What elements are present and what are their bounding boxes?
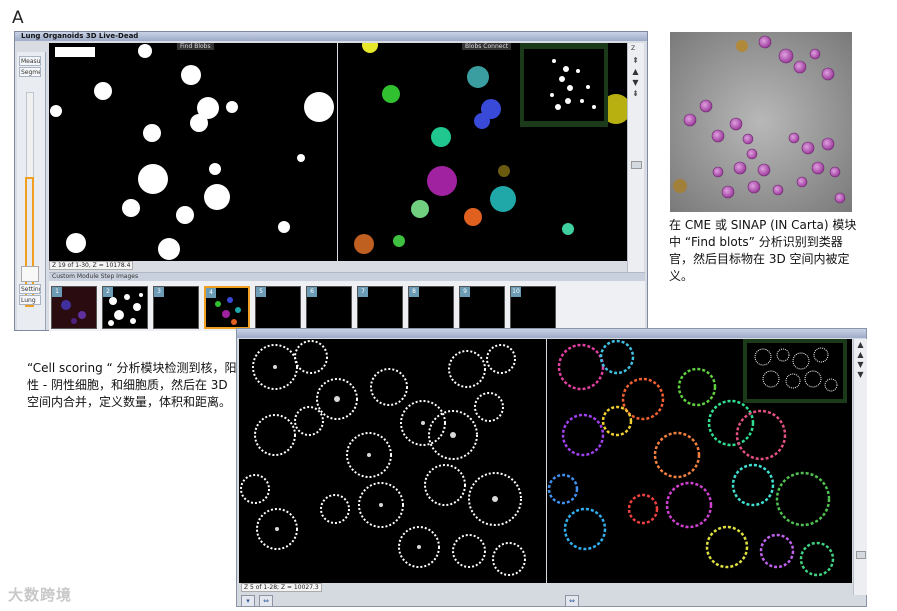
step-thumbnail[interactable]: 3: [153, 286, 199, 329]
nuclei-mask-image: [240, 340, 526, 576]
thumbnail-number: 8: [409, 287, 419, 297]
tab-measure[interactable]: Measu: [19, 56, 41, 66]
thumbnail-number: 2: [103, 287, 113, 297]
thumbnail-number: 10: [511, 287, 521, 297]
caption-find-blobs: 在 CME 或 SINAP (IN Carta) 模块中 “Find blots…: [669, 218, 857, 283]
thumbnail-number: 3: [154, 287, 164, 297]
z-first-button[interactable]: ▲: [856, 341, 865, 349]
sync-view-button[interactable]: ⇔: [259, 595, 273, 607]
organoid-micrograph: [670, 32, 852, 212]
thumbnail-number: 1: [52, 287, 62, 297]
cell-scoring-mask-view[interactable]: [239, 339, 546, 583]
view-label-right: Blobs Connect: [462, 43, 512, 50]
z-last-button[interactable]: ▼: [856, 371, 865, 379]
watermark: 大数跨境: [8, 586, 73, 604]
step-thumbnail[interactable]: 1: [51, 286, 97, 329]
view-label-left: Find Blobs: [177, 43, 214, 50]
step-thumbnail[interactable]: 10: [510, 286, 556, 329]
colored-blob-image: [354, 43, 628, 254]
step-thumbnail[interactable]: 7: [357, 286, 403, 329]
thumbnail-number: 9: [460, 287, 470, 297]
step-thumbnail[interactable]: 9: [459, 286, 505, 329]
z-scrollbar[interactable]: Z ⇞ ▲ ▼ ⇟: [627, 43, 644, 288]
sidebar-preview-box: [21, 266, 39, 282]
window-title: Lung Organoids 3D Live-Dead: [15, 32, 647, 41]
colored-cells-image: [547, 339, 847, 577]
z-slider-thumb[interactable]: [631, 161, 642, 169]
z-slider-thumb[interactable]: [856, 551, 866, 559]
step-thumbnail[interactable]: 6: [306, 286, 352, 329]
z-last-button[interactable]: ⇟: [631, 90, 640, 98]
z-status-readout: Z 19 of 1-30, Z = 10178.4: [49, 261, 134, 270]
window-titlebar: [237, 329, 866, 338]
panel-letter: A: [12, 8, 24, 28]
thumbnail-number: 6: [307, 287, 317, 297]
step-thumbnail[interactable]: 8: [408, 286, 454, 329]
cell-scoring-color-view[interactable]: [547, 339, 852, 583]
z-down-button[interactable]: ▼: [856, 361, 865, 369]
step-images-strip: Custom Module Step Images 1 2 3 4 5 6 7 …: [49, 272, 645, 331]
z-status-readout: Z 5 of 1-28; Z = 10027.3: [241, 583, 322, 592]
step-thumbnail[interactable]: 5: [255, 286, 301, 329]
z-scrollbar[interactable]: ▲ ▲ ▼ ▼: [853, 339, 867, 595]
expand-down-button[interactable]: ▾: [241, 595, 255, 607]
blob-mask-image: [50, 44, 334, 260]
tab-segment[interactable]: Segmen: [19, 67, 41, 77]
tab-lung[interactable]: Lung: [19, 295, 41, 305]
thumbnail-number: 4: [206, 288, 216, 298]
z-label: Z: [631, 45, 636, 52]
bottom-app-window: Z 5 of 1-28; Z = 10027.3 ▾ ⇔ ⇔ ▲ ▲ ▼ ▼: [236, 328, 867, 607]
blobs-connect-view[interactable]: Blobs Connect: [338, 43, 628, 261]
thumbnail-number: 5: [256, 287, 266, 297]
step-thumbnail-selected[interactable]: 4: [204, 286, 250, 329]
caption-cell-scoring: “Cell scoring “ 分析模块检测到核，阳性 - 阴性细胞，和细胞质，…: [27, 361, 237, 409]
z-up-button[interactable]: ▲: [856, 351, 865, 359]
z-up-button[interactable]: ▲: [631, 68, 640, 76]
find-blobs-view[interactable]: Find Blobs: [49, 43, 337, 261]
step-thumbnail[interactable]: 2: [102, 286, 148, 329]
left-sidebar: Measu Segmen Setting Lung: [17, 52, 46, 330]
z-down-button[interactable]: ▼: [631, 79, 640, 87]
strip-header: Custom Module Step Images: [49, 273, 645, 281]
tab-settings[interactable]: Setting: [19, 284, 41, 294]
z-first-button[interactable]: ⇞: [631, 57, 640, 65]
sync-view-button-right[interactable]: ⇔: [565, 595, 579, 607]
top-app-window: Lung Organoids 3D Live-Dead Measu Segmen…: [14, 31, 648, 331]
thumbnail-number: 7: [358, 287, 368, 297]
